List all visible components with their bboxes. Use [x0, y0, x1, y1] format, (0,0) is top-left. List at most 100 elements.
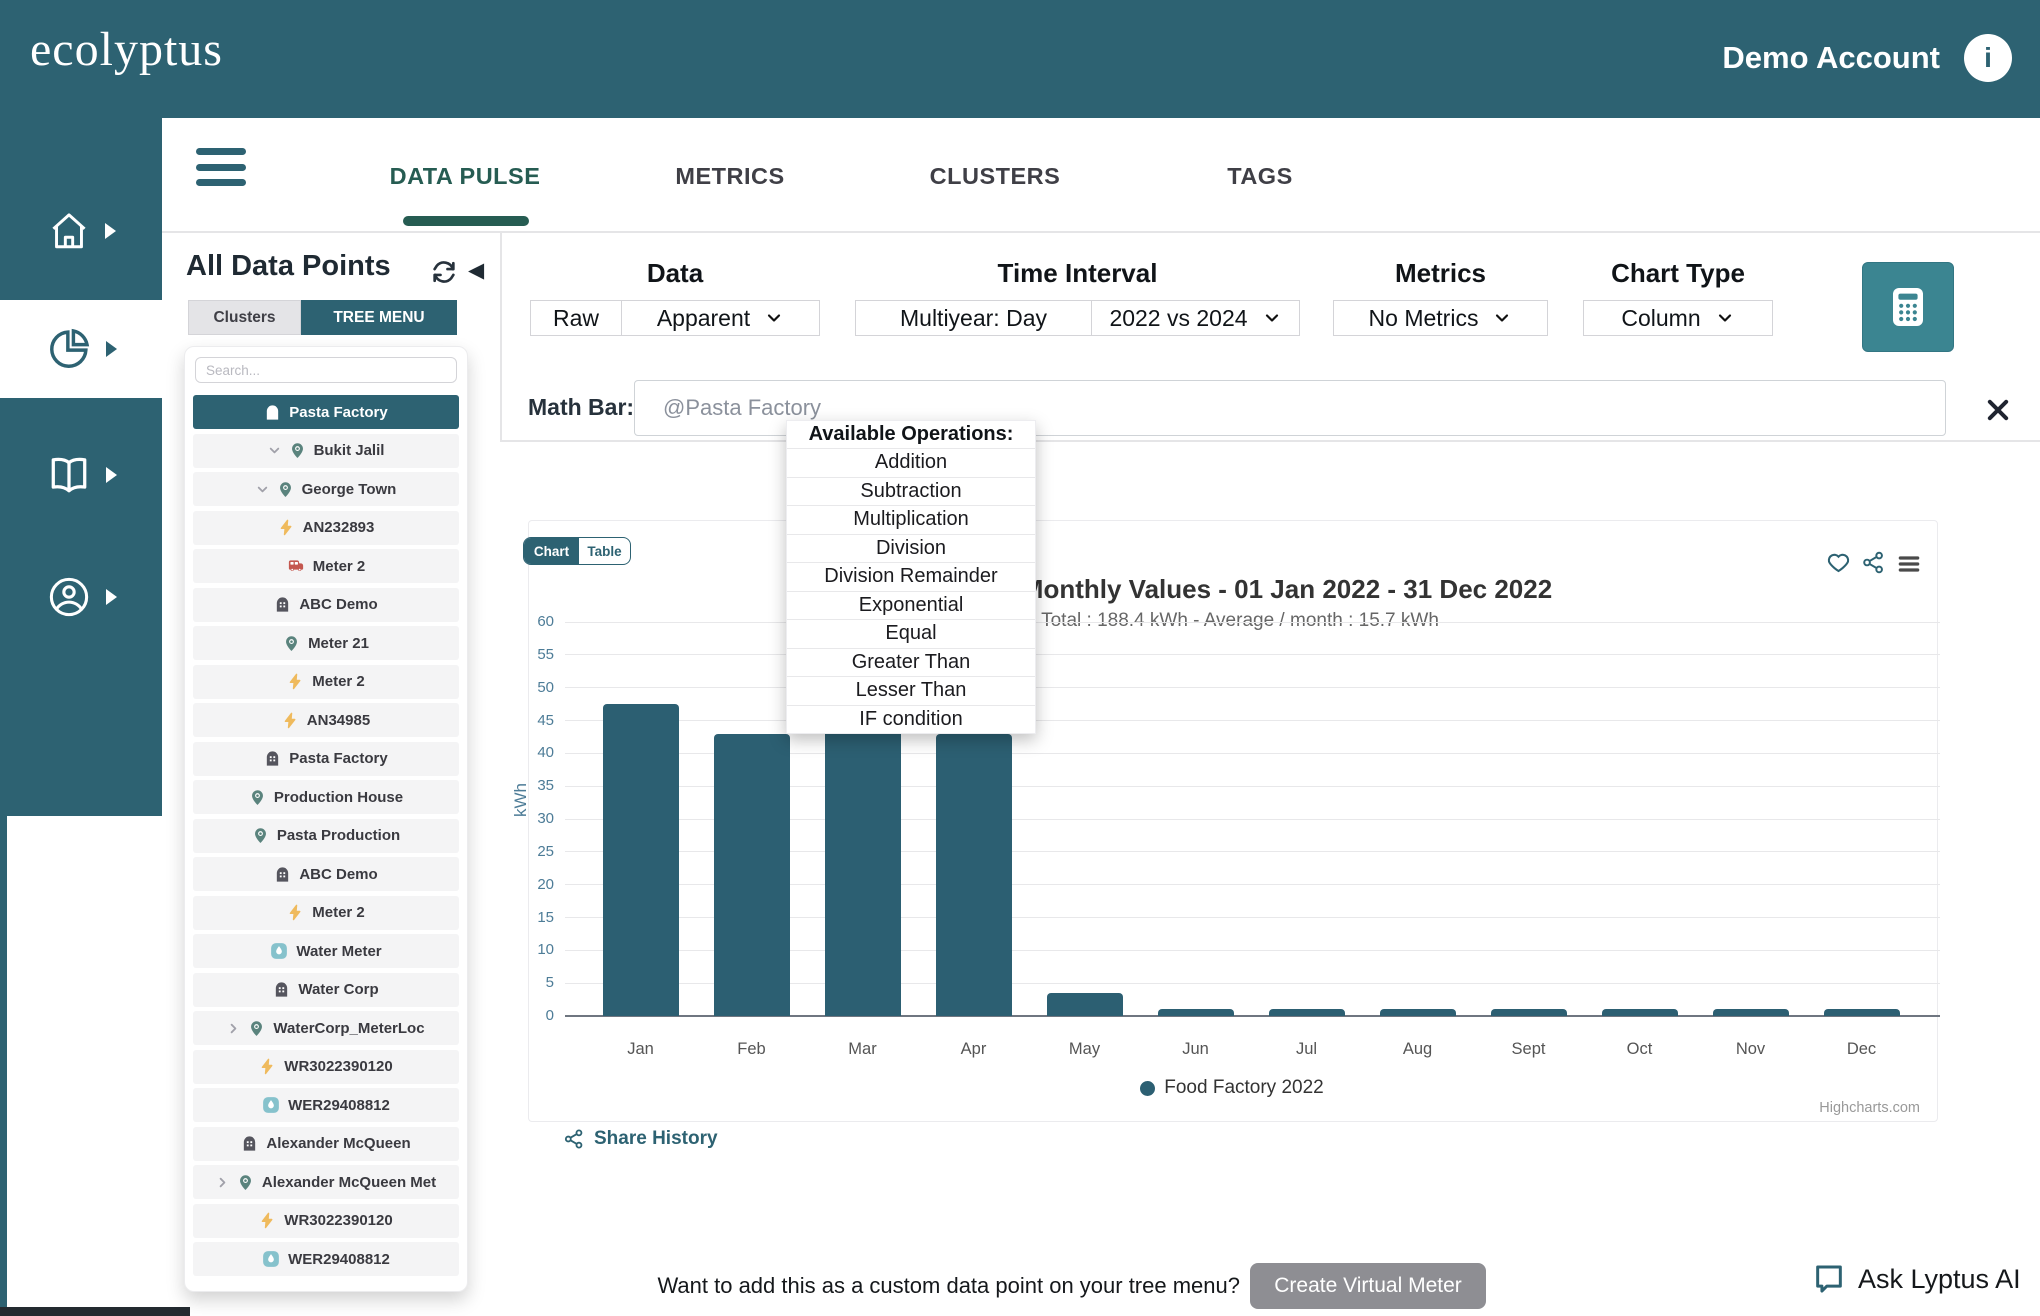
gridline: [565, 687, 1940, 689]
tree-item-label: Meter 2: [312, 673, 365, 690]
collapse-panel-icon[interactable]: ◀: [468, 258, 484, 283]
tree-item[interactable]: WER29408812: [193, 1242, 459, 1276]
tab-metrics[interactable]: METRICS: [645, 162, 815, 190]
chevron-down-icon[interactable]: [256, 483, 269, 496]
menu-icon[interactable]: [196, 148, 246, 186]
tree-item[interactable]: WR3022390120: [193, 1049, 459, 1084]
tree-item[interactable]: AN34985: [193, 703, 459, 737]
tree-item[interactable]: Alexander McQueen Met: [193, 1165, 459, 1199]
favorite-heart-icon[interactable]: [1826, 550, 1851, 580]
drop-icon: [262, 1096, 280, 1114]
bar-Mar[interactable]: [824, 700, 901, 1016]
tree-item[interactable]: Pasta Factory: [193, 395, 459, 429]
interval-select[interactable]: 2022 vs 2024: [1091, 301, 1299, 335]
sidebar-item-account[interactable]: [0, 561, 162, 633]
bar-Oct[interactable]: [1601, 1009, 1678, 1016]
highcharts-credit[interactable]: Highcharts.com: [1790, 1100, 1920, 1116]
gridline: [565, 621, 1940, 623]
bar-Aug[interactable]: [1379, 1009, 1456, 1016]
tree-item[interactable]: Meter 2: [193, 895, 459, 930]
sidebar-item-analytics[interactable]: [0, 313, 162, 385]
operation-item[interactable]: Exponential: [787, 590, 1035, 620]
x-tick-label: Mar: [848, 1040, 877, 1058]
operation-item[interactable]: IF condition: [787, 704, 1035, 734]
share-history-link[interactable]: Share History: [563, 1128, 718, 1150]
operation-item[interactable]: Equal: [787, 619, 1035, 648]
chart-type-select[interactable]: Column: [1584, 301, 1772, 335]
create-virtual-meter-button[interactable]: Create Virtual Meter: [1250, 1263, 1486, 1309]
tree-item[interactable]: Meter 2: [193, 549, 459, 583]
tree-item[interactable]: WER29408812: [193, 1088, 459, 1122]
legend-label[interactable]: Food Factory 2022: [1164, 1077, 1323, 1099]
operation-item[interactable]: Division Remainder: [787, 562, 1035, 591]
bottom-edge-bar: [0, 1307, 190, 1316]
operation-item[interactable]: Division: [787, 533, 1035, 563]
sidebar-item-library[interactable]: [0, 439, 162, 511]
bar-Dec[interactable]: [1823, 1009, 1900, 1016]
bolt-icon: [287, 904, 304, 921]
tree-item[interactable]: Production House: [193, 780, 459, 814]
y-tick-label: 55: [537, 645, 554, 663]
chevron-down-icon[interactable]: [268, 444, 281, 457]
tree-item[interactable]: Alexander McQueen: [193, 1126, 459, 1161]
info-icon[interactable]: i: [1964, 34, 2012, 82]
bar-Nov[interactable]: [1712, 1009, 1789, 1016]
clusters-toggle[interactable]: Clusters: [188, 300, 301, 335]
sidebar-item-home[interactable]: [0, 195, 162, 267]
data-raw-option[interactable]: Raw: [531, 301, 621, 335]
operation-item[interactable]: Greater Than: [787, 647, 1035, 677]
tree-item[interactable]: ABC Demo: [193, 857, 459, 891]
tab-tags[interactable]: TAGS: [1175, 162, 1345, 190]
tree-menu-toggle[interactable]: TREE MENU: [301, 300, 457, 335]
x-tick-label: Oct: [1626, 1040, 1653, 1058]
x-tick-label: Jan: [627, 1040, 654, 1058]
tree-item[interactable]: Pasta Production: [193, 818, 459, 853]
tab-clusters[interactable]: CLUSTERS: [910, 162, 1080, 190]
chart-menu-icon[interactable]: [1896, 551, 1922, 582]
tree-item[interactable]: WaterCorp_MeterLoc: [193, 1011, 459, 1045]
tree-item[interactable]: WR3022390120: [193, 1203, 459, 1238]
tree-item[interactable]: Meter 21: [193, 626, 459, 660]
datapoints-title: All Data Points: [186, 250, 391, 282]
chevron-down-icon: [768, 314, 781, 322]
tree-item[interactable]: Pasta Factory: [193, 741, 459, 776]
tree-item[interactable]: Water Corp: [193, 972, 459, 1007]
operation-item[interactable]: Multiplication: [787, 505, 1035, 534]
metrics-select[interactable]: No Metrics: [1334, 301, 1547, 335]
bar-Feb[interactable]: [713, 733, 790, 1016]
close-icon[interactable]: [1984, 396, 2012, 429]
ask-ai-widget[interactable]: Ask Lyptus AI: [1812, 1262, 2021, 1296]
bar-Jun[interactable]: [1157, 1009, 1234, 1016]
bar-Sept[interactable]: [1490, 1009, 1567, 1016]
y-tick-label: 50: [537, 678, 554, 696]
bar-Apr[interactable]: [935, 733, 1012, 1016]
chat-bubble-icon: [1816, 1265, 1842, 1293]
bar-May[interactable]: [1046, 993, 1123, 1016]
chevron-right-icon[interactable]: [216, 1176, 229, 1189]
search-input[interactable]: [195, 357, 457, 383]
tree-item[interactable]: Water Meter: [193, 934, 459, 968]
operation-item[interactable]: Subtraction: [787, 476, 1035, 506]
bar-Jan[interactable]: [602, 704, 679, 1016]
bar-Jul[interactable]: [1268, 1009, 1345, 1016]
time-interval-control: Multiyear: Day 2022 vs 2024: [855, 300, 1300, 336]
operation-item[interactable]: Lesser Than: [787, 676, 1035, 705]
chart-view-button[interactable]: Chart: [524, 538, 579, 564]
refresh-icon[interactable]: [430, 258, 458, 291]
operation-item[interactable]: Addition: [787, 448, 1035, 477]
calculator-button[interactable]: [1862, 262, 1954, 352]
table-view-button[interactable]: Table: [579, 538, 630, 564]
tree-item[interactable]: Meter 2: [193, 664, 459, 699]
tree-item[interactable]: AN232893: [193, 510, 459, 545]
x-tick-label: Dec: [1846, 1040, 1877, 1058]
tree-item[interactable]: George Town: [193, 472, 459, 506]
data-select[interactable]: Apparent: [621, 301, 819, 335]
y-tick-label: 35: [537, 777, 554, 795]
tab-data-pulse[interactable]: DATA PULSE: [380, 162, 550, 190]
share-icon[interactable]: [1861, 550, 1886, 580]
tree-item[interactable]: ABC Demo: [193, 587, 459, 622]
chevron-right-icon[interactable]: [227, 1022, 240, 1035]
interval-mode[interactable]: Multiyear: Day: [856, 301, 1091, 335]
tree-item-label: Pasta Production: [276, 827, 401, 844]
tree-item[interactable]: Bukit Jalil: [193, 433, 459, 468]
